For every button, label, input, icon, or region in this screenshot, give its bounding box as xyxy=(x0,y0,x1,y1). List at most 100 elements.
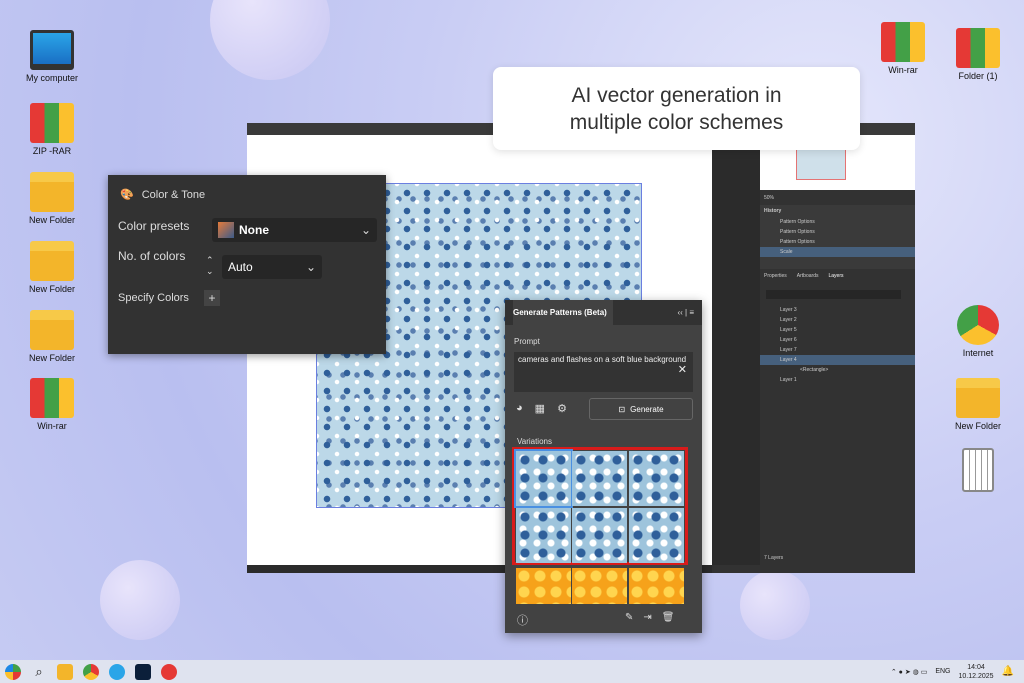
preset-thumbnail xyxy=(218,222,234,238)
prompt-input[interactable]: cameras and flashes on a soft blue backg… xyxy=(514,352,693,392)
composition-icon[interactable]: ▦ xyxy=(535,402,545,415)
desktop-icon-winrar[interactable]: Win-rar xyxy=(868,22,938,75)
notification-icon[interactable]: 🔔 xyxy=(1002,666,1014,677)
label: New Folder xyxy=(28,215,75,225)
search-icon[interactable]: ⌕ xyxy=(31,664,47,680)
callout-caption: AI vector generation in multiple color s… xyxy=(493,67,860,150)
variation-thumbnail[interactable] xyxy=(629,568,684,604)
language-indicator[interactable]: ENG xyxy=(935,668,950,675)
label: Internet xyxy=(962,348,994,358)
palette-icon: 🎨 xyxy=(120,189,134,201)
desktop-icon-folder[interactable]: New Folder xyxy=(17,310,87,363)
tab-layers[interactable]: Layers xyxy=(828,273,843,279)
layer-row[interactable]: Layer 3 xyxy=(760,305,915,315)
desktop-icon-folder-1[interactable]: Folder (1) xyxy=(943,28,1013,81)
label: Folder (1) xyxy=(958,71,998,81)
chevron-down-icon: ⌄ xyxy=(360,223,371,237)
tray-icons[interactable]: ⌃ ● ➤ ◍ ▭ xyxy=(891,668,927,676)
file-explorer-icon[interactable] xyxy=(57,663,73,680)
photoshop-icon[interactable] xyxy=(135,663,151,680)
history-item[interactable]: Pattern Options xyxy=(760,227,915,237)
prompt-label: Prompt xyxy=(514,337,540,346)
variation-thumbnail[interactable] xyxy=(572,451,627,506)
label: Win-rar xyxy=(37,421,67,431)
start-icon[interactable] xyxy=(5,663,21,680)
colors-dropdown[interactable]: Auto ⌄ xyxy=(222,255,322,279)
chevron-down-icon: ⌄ xyxy=(305,260,316,274)
layer-row[interactable]: Layer 5 xyxy=(760,325,915,335)
history-item[interactable]: Pattern Options xyxy=(760,217,915,227)
desktop-icon-folder[interactable]: New Folder xyxy=(17,172,87,225)
colors-label: No. of colors xyxy=(118,249,186,263)
history-item[interactable]: Pattern Options xyxy=(760,237,915,247)
desktop-icon-winrar[interactable]: Win-rar xyxy=(17,378,87,431)
clock-time[interactable]: 14:04 xyxy=(959,663,994,672)
collapse-icon[interactable]: ‹‹ | ≡ xyxy=(677,308,694,317)
desktop-icon-internet[interactable]: Internet xyxy=(943,305,1013,358)
prompt-text: cameras and flashes on a soft blue backg… xyxy=(518,355,687,364)
layer-row[interactable]: <Rectangle> xyxy=(760,365,915,375)
variation-thumbnail[interactable] xyxy=(572,568,627,604)
label: My computer xyxy=(25,73,78,83)
desktop-icon-folder[interactable]: New Folder xyxy=(943,378,1013,431)
variation-thumbnail[interactable] xyxy=(572,508,627,563)
place-icon[interactable]: ⇥ xyxy=(643,612,651,623)
presets-value: None xyxy=(239,223,269,237)
desktop-icon-zip-rar[interactable]: ZIP -RAR xyxy=(17,103,87,156)
variations-label: Variations xyxy=(517,437,552,446)
variation-thumbnail[interactable] xyxy=(516,568,571,604)
variation-thumbnail[interactable] xyxy=(629,451,684,506)
history-title: History xyxy=(764,208,782,214)
label: ZIP -RAR xyxy=(32,146,72,156)
add-color-button[interactable]: + xyxy=(204,290,220,306)
color-tone-icon[interactable]: ◕ xyxy=(516,402,523,415)
history-item[interactable]: Scale xyxy=(760,247,915,257)
layer-row[interactable]: Layer 1 xyxy=(760,375,915,385)
layer-row[interactable]: Layer 6 xyxy=(760,335,915,345)
telegram-icon[interactable] xyxy=(109,663,125,680)
edit-icon[interactable]: ✎ xyxy=(625,612,633,623)
archive-icon xyxy=(30,378,74,418)
colors-value: Auto xyxy=(228,260,253,274)
specify-colors-label: Specify Colors xyxy=(118,292,189,304)
layer-row[interactable]: Layer 4 xyxy=(760,355,915,365)
right-panels: 50% History Pattern Options Pattern Opti… xyxy=(712,135,915,573)
color-tone-panel: 🎨 Color & Tone Color presets None ⌄ No. of… xyxy=(108,175,386,354)
variation-thumbnail[interactable] xyxy=(629,508,684,563)
zoom-value[interactable]: 50% xyxy=(764,195,774,201)
layers-count: 7 Layers xyxy=(764,555,784,561)
tab-artboards[interactable]: Artboards xyxy=(797,273,819,279)
desktop-icon-my-computer[interactable]: My computer xyxy=(17,30,87,83)
settings-icon[interactable]: ⚙ xyxy=(557,402,567,415)
layers-search[interactable] xyxy=(766,290,901,299)
clock-date[interactable]: 10.12.2025 xyxy=(959,672,994,681)
chrome-icon[interactable] xyxy=(83,663,99,680)
variation-thumbnail[interactable] xyxy=(514,449,573,508)
info-icon[interactable]: ⓘ xyxy=(517,612,528,628)
layer-row[interactable]: Layer 2 xyxy=(760,315,915,325)
clear-icon[interactable]: ✕ xyxy=(678,365,687,376)
delete-icon[interactable]: 🗑 xyxy=(662,612,675,623)
generate-icon: ⊡ xyxy=(618,404,626,414)
folder-icon xyxy=(30,310,74,350)
tab-properties[interactable]: Properties xyxy=(764,273,787,279)
generate-button[interactable]: ⊡ Generate xyxy=(589,398,693,420)
archive-icon xyxy=(881,22,925,62)
generate-patterns-panel: Generate Patterns (Beta) ‹‹ | ≡ Prompt ca… xyxy=(505,300,702,633)
label: New Folder xyxy=(28,284,75,294)
panel-title: Generate Patterns (Beta) xyxy=(513,300,613,325)
layer-row[interactable]: Layer 7 xyxy=(760,345,915,355)
presets-label: Color presets xyxy=(118,219,190,233)
label: New Folder xyxy=(28,353,75,363)
stepper-icon[interactable]: ⌃ ⌄ xyxy=(206,255,214,277)
presets-dropdown[interactable]: None ⌄ xyxy=(212,218,377,242)
folder-icon xyxy=(30,241,74,281)
variation-thumbnail[interactable] xyxy=(516,508,571,563)
generate-label: Generate xyxy=(630,404,664,414)
computer-icon xyxy=(30,30,74,70)
archive-icon xyxy=(956,28,1000,68)
app-icon[interactable] xyxy=(161,663,177,680)
recycle-bin[interactable] xyxy=(943,448,1013,495)
desktop-icon-folder[interactable]: New Folder xyxy=(17,241,87,294)
toolbar xyxy=(712,135,760,565)
